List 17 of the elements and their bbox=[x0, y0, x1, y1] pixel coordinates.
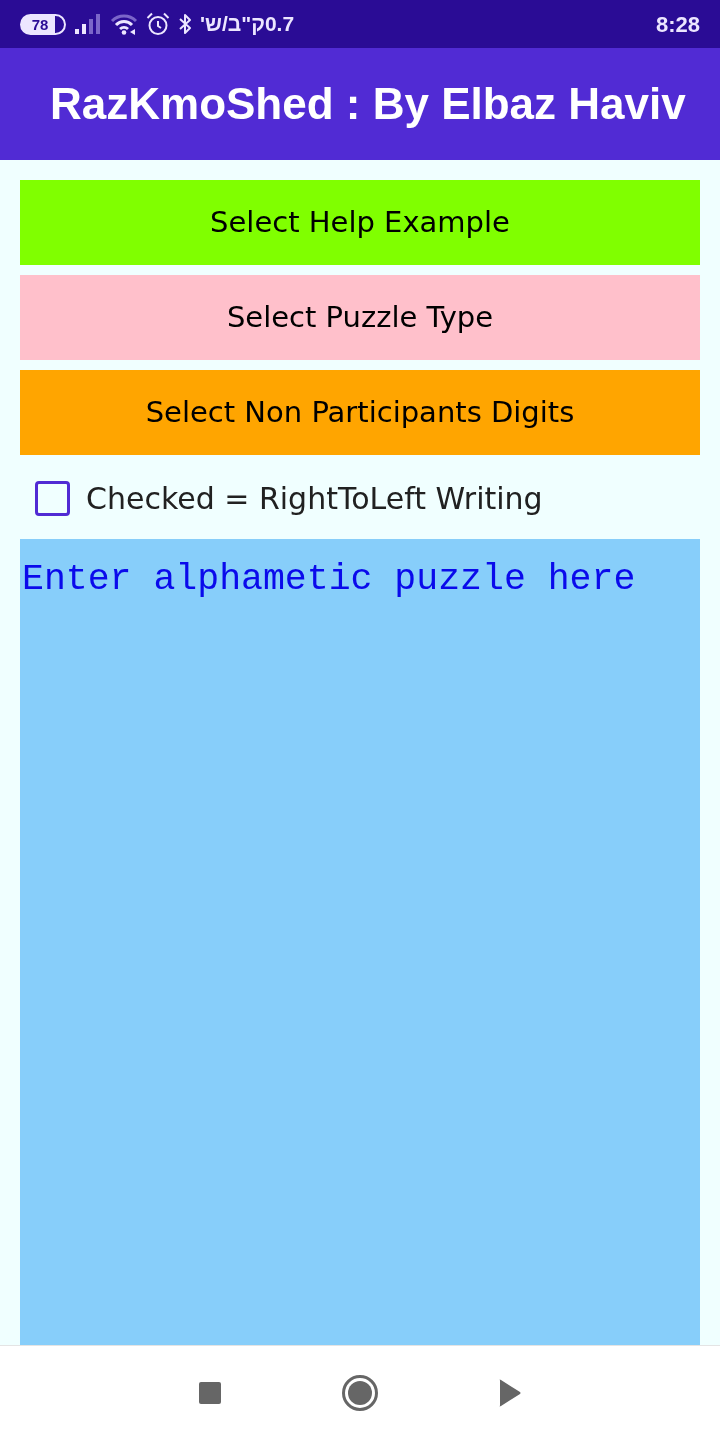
select-button[interactable]: Select Non Participants Digits bbox=[20, 370, 700, 455]
battery-indicator: 78 bbox=[20, 13, 66, 35]
puzzle-input-field[interactable]: Enter alphametic puzzle here bbox=[20, 539, 700, 1345]
rtl-checkbox[interactable] bbox=[35, 480, 70, 516]
wifi-icon bbox=[110, 13, 138, 35]
select-button[interactable]: Select Help Example bbox=[20, 180, 700, 265]
recents-square-icon bbox=[199, 1382, 221, 1404]
network-speed-text: 0.7ק"ב/ש' bbox=[200, 11, 295, 38]
back-triangle-icon bbox=[499, 1379, 521, 1407]
app-title: RazKmoShed : By Elbaz Haviv bbox=[50, 77, 686, 130]
home-circle-icon bbox=[342, 1375, 378, 1411]
clock-time: 8:28 bbox=[655, 10, 700, 39]
bluetooth-icon bbox=[178, 12, 192, 36]
select-button[interactable]: Select Puzzle Type bbox=[20, 275, 700, 360]
checkbox-label[interactable]: Checked = RightToLeft Writing bbox=[86, 475, 543, 521]
signal-icon bbox=[74, 14, 102, 34]
alarm-clock-icon bbox=[146, 12, 170, 36]
